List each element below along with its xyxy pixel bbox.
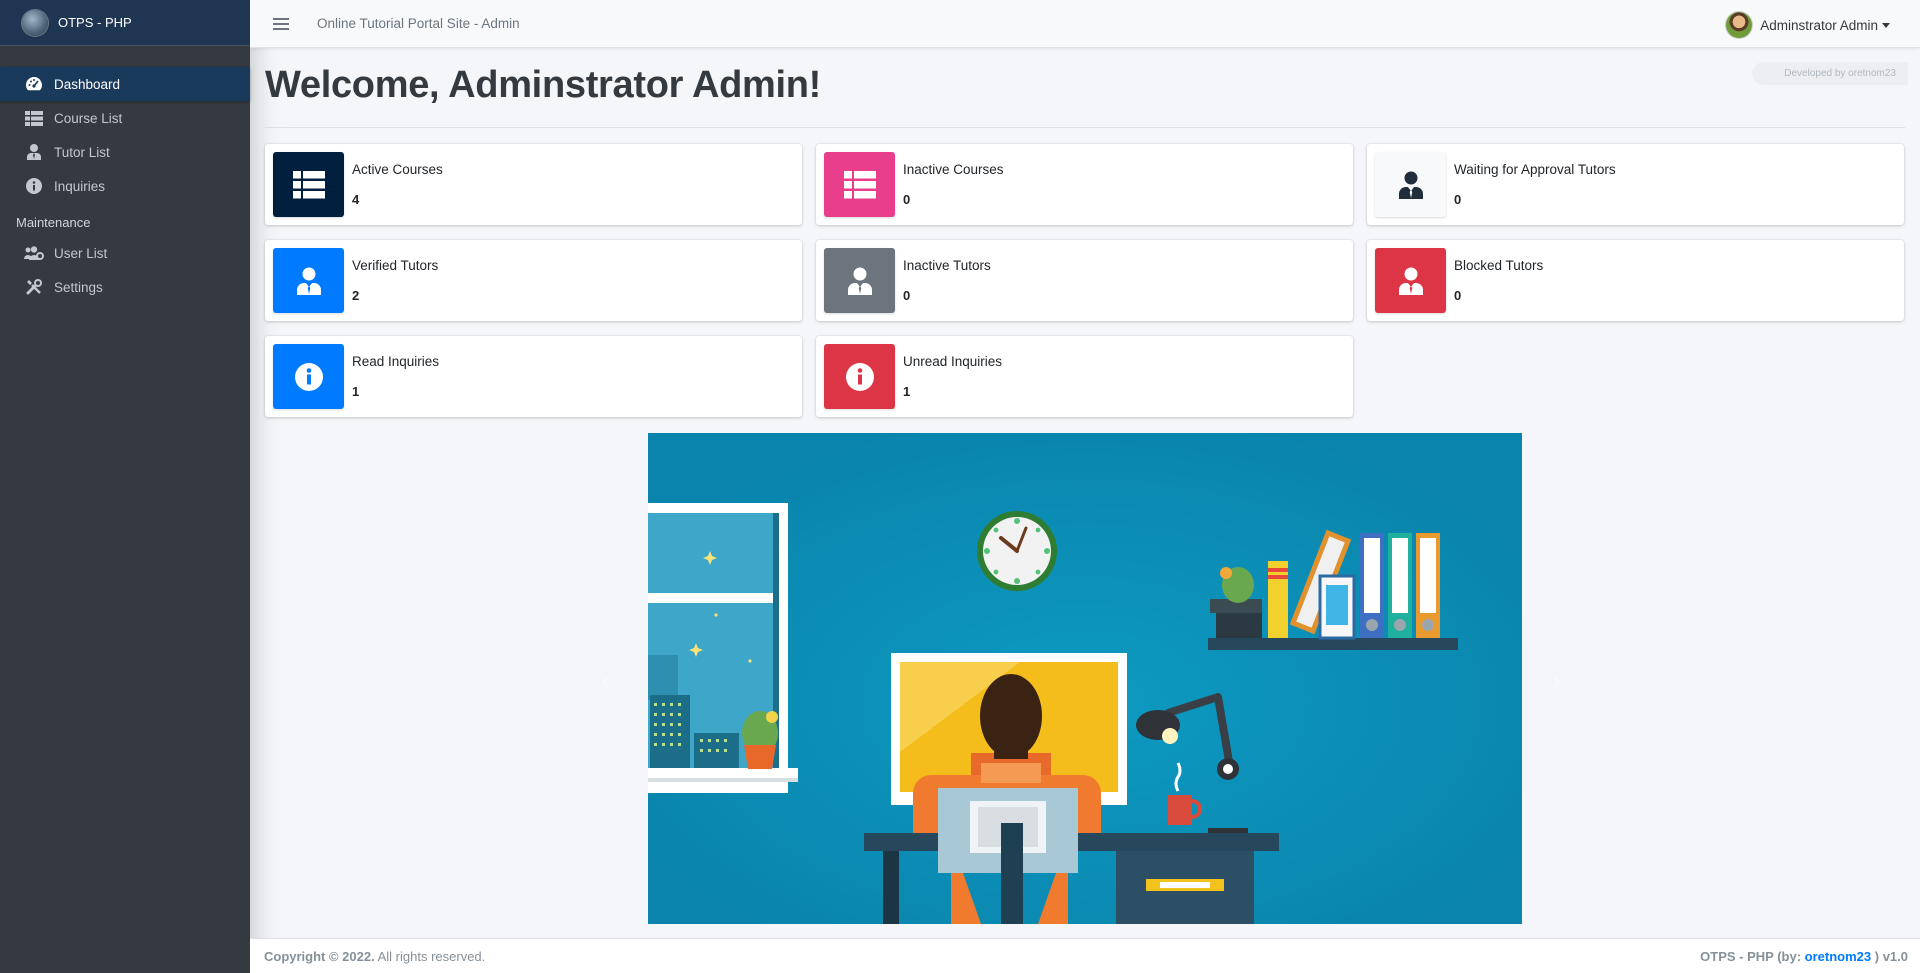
sidebar-item-tutor-list[interactable]: Tutor List	[0, 135, 250, 169]
sidebar-item-dashboard[interactable]: Dashboard	[0, 67, 250, 101]
info-box-value: 0	[903, 288, 911, 303]
user-tie-icon	[273, 248, 344, 313]
info-box-value: 1	[352, 384, 360, 399]
info-box-label: Read Inquiries	[352, 354, 440, 369]
page-title: Welcome, Adminstrator Admin!	[265, 64, 822, 106]
info-box-blocked-tutors: Blocked Tutors 0	[1367, 240, 1904, 321]
sidebar-item-label: Inquiries	[54, 178, 106, 194]
user-menu-dropdown[interactable]: Adminstrator Admin	[1726, 12, 1890, 38]
brand-link[interactable]: OTPS - PHP	[0, 0, 250, 46]
menu-toggle-icon[interactable]	[273, 15, 289, 33]
info-box-label: Inactive Courses	[903, 162, 1004, 177]
sidebar-nav: Dashboard Course List Tutor List Inquiri…	[0, 46, 250, 304]
divider	[265, 127, 1905, 128]
footer: Copyright © 2022. All rights reserved. O…	[250, 938, 1920, 973]
chevron-left-icon[interactable]: ‹	[602, 668, 609, 694]
developer-badge: Developed by oretnom23	[1752, 62, 1908, 85]
table-icon	[273, 152, 344, 217]
sidebar-item-label: User List	[54, 245, 108, 261]
sidebar-item-course-list[interactable]: Course List	[0, 101, 250, 135]
info-box-waiting-tutors: Waiting for Approval Tutors 0	[1367, 144, 1904, 225]
topbar: Online Tutorial Portal Site - Admin Admi…	[250, 0, 1920, 48]
info-box-inactive-courses: Inactive Courses 0	[816, 144, 1353, 225]
info-box-value: 0	[903, 192, 911, 207]
sidebar-item-label: Dashboard	[54, 76, 121, 92]
copyright-rest: All rights reserved.	[374, 948, 486, 964]
sidebar-item-label: Settings	[54, 279, 103, 295]
sidebar-header-maintenance: Maintenance	[16, 215, 91, 230]
chevron-right-icon[interactable]: ›	[1553, 668, 1560, 694]
info-circle-icon	[24, 177, 44, 195]
table-icon	[824, 152, 895, 217]
copyright: Copyright © 2022. All rights reserved.	[264, 949, 485, 964]
info-box-verified-tutors: Verified Tutors 2	[265, 240, 802, 321]
brand-name: OTPS - PHP	[58, 15, 132, 30]
info-box-label: Verified Tutors	[352, 258, 439, 273]
footer-credit-prefix: OTPS - PHP (by:	[1700, 948, 1805, 964]
globe-logo-icon	[22, 9, 48, 36]
info-box-unread-inquiries: Unread Inquiries 1	[816, 336, 1353, 417]
carousel-image	[648, 433, 1522, 924]
footer-credit-suffix: ) v1.0	[1871, 948, 1908, 964]
table-icon	[24, 109, 44, 127]
info-circle-icon	[273, 344, 344, 409]
info-box-inactive-tutors: Inactive Tutors 0	[816, 240, 1353, 321]
users-cog-icon	[24, 244, 44, 262]
info-box-read-inquiries: Read Inquiries 1	[265, 336, 802, 417]
info-box-label: Waiting for Approval Tutors	[1454, 162, 1616, 177]
tools-icon	[24, 278, 44, 296]
user-tie-icon	[24, 143, 44, 161]
avatar	[1726, 12, 1753, 38]
copyright-year: Copyright © 2022.	[264, 948, 375, 964]
user-name: Adminstrator Admin	[1760, 17, 1878, 33]
info-box-value: 0	[1454, 192, 1462, 207]
footer-credit: OTPS - PHP (by: oretnom23 ) v1.0	[1700, 949, 1908, 964]
sidebar-item-user-list[interactable]: User List	[0, 236, 250, 270]
caret-down-icon	[1882, 22, 1890, 28]
info-circle-icon	[824, 344, 895, 409]
author-link[interactable]: oretnom23	[1805, 949, 1871, 964]
info-box-label: Unread Inquiries	[903, 354, 1003, 369]
sidebar-item-label: Tutor List	[54, 144, 110, 160]
user-tie-icon	[1375, 152, 1446, 217]
info-box-label: Active Courses	[352, 162, 443, 177]
sidebar-item-label: Course List	[54, 110, 123, 126]
info-box-active-courses: Active Courses 4	[265, 144, 802, 225]
dashboard-icon	[24, 75, 44, 93]
site-title[interactable]: Online Tutorial Portal Site - Admin	[317, 16, 520, 31]
info-box-label: Inactive Tutors	[903, 258, 991, 273]
user-tie-icon	[1375, 248, 1446, 313]
info-box-label: Blocked Tutors	[1454, 258, 1544, 273]
info-box-value: 2	[352, 288, 360, 303]
sidebar-item-settings[interactable]: Settings	[0, 270, 250, 304]
sidebar-item-inquiries[interactable]: Inquiries	[0, 169, 250, 203]
info-box-value: 4	[352, 192, 360, 207]
info-box-value: 1	[903, 384, 911, 399]
sidebar: OTPS - PHP Dashboard Course List Tutor L…	[0, 0, 250, 973]
info-box-value: 0	[1454, 288, 1462, 303]
user-tie-icon	[824, 248, 895, 313]
